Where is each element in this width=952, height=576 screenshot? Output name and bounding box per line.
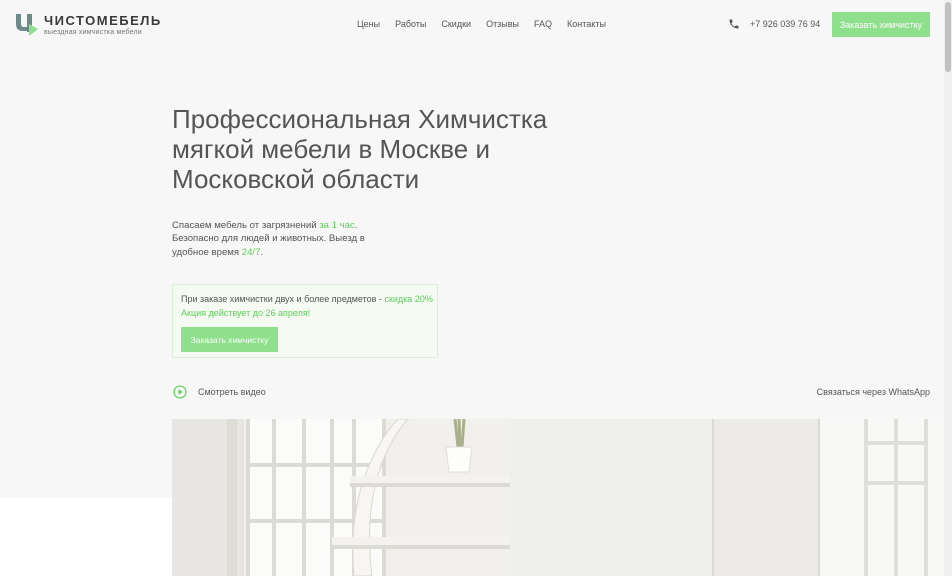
- promo-box: При заказе химчистки двух и более предме…: [172, 284, 438, 358]
- nav-item-prices[interactable]: Цены: [357, 19, 380, 29]
- whatsapp-link[interactable]: Связаться через WhatsApp: [817, 387, 930, 397]
- brand-tagline: выездная химчистка мебели: [44, 28, 142, 36]
- page-scrollbar[interactable]: [944, 0, 952, 576]
- order-cleaning-button-promo[interactable]: Заказать химчистку: [181, 327, 278, 352]
- nav-item-discounts[interactable]: Скидки: [441, 19, 471, 29]
- lead-highlight-24-7: 24/7: [241, 246, 261, 258]
- watch-video-link[interactable]: Смотреть видео: [173, 385, 266, 399]
- promo-condition: При заказе химчистки двух и более предме…: [181, 294, 385, 304]
- hero-photo: [172, 419, 944, 576]
- promo-text: При заказе химчистки двух и более предме…: [181, 294, 433, 304]
- promo-discount: скидка 20%: [384, 294, 433, 304]
- lead-text-1: Спасаем мебель от загрязнений: [172, 220, 320, 231]
- phone-icon: [729, 19, 739, 29]
- brand-name: ЧИСТОМЕБЕЛЬ: [44, 12, 162, 28]
- scrollbar-thumb[interactable]: [945, 2, 951, 72]
- logo-icon: [16, 14, 38, 36]
- logo[interactable]: ЧИСТОМЕБЕЛЬ выездная химчистка мебели: [14, 12, 162, 38]
- watch-video-label: Смотреть видео: [198, 387, 266, 397]
- hero-lead: Спасаем мебель от загрязнений за 1 час. …: [172, 219, 372, 259]
- main-nav: Цены Работы Скидки Отзывы FAQ Контакты: [357, 19, 606, 29]
- nav-item-contacts[interactable]: Контакты: [567, 19, 606, 29]
- phone-link[interactable]: +7 926 039 76 94: [728, 18, 820, 30]
- order-cleaning-button-header[interactable]: Заказать химчистку: [832, 12, 930, 37]
- lead-text-3: .: [260, 246, 264, 258]
- nav-item-faq[interactable]: FAQ: [534, 19, 552, 29]
- promo-deadline: Акция действует до 26 апреля!: [181, 308, 311, 318]
- nav-item-reviews[interactable]: Отзывы: [486, 19, 519, 29]
- lead-highlight-time: за 1 час: [319, 220, 355, 231]
- phone-number: +7 926 039 76 94: [750, 19, 821, 29]
- nav-item-works[interactable]: Работы: [395, 19, 426, 29]
- play-icon: [173, 385, 187, 399]
- page-title: Профессиональная Химчистка мягкой мебели…: [172, 104, 548, 194]
